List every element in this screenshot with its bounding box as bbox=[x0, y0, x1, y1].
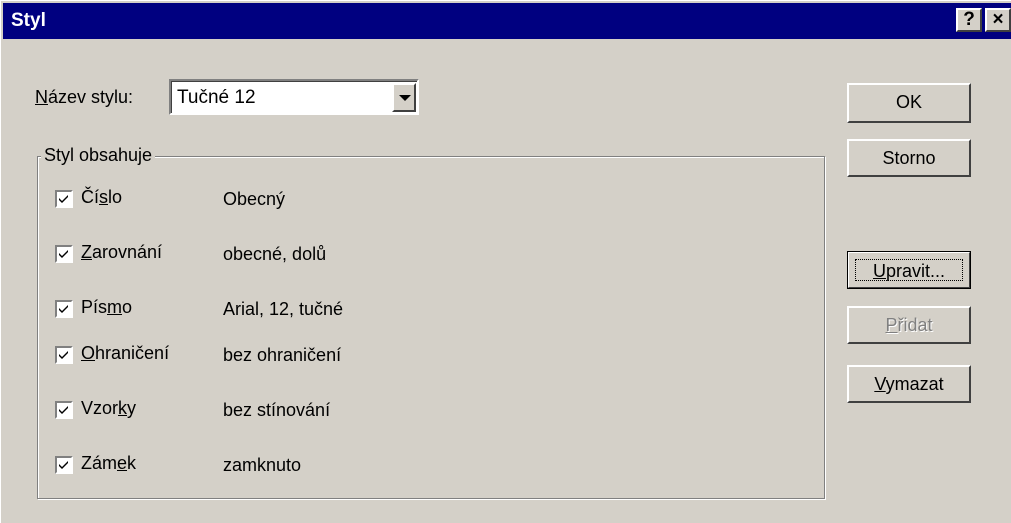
checkbox-label-zamek[interactable]: Zámek bbox=[81, 453, 136, 474]
help-button[interactable]: ? bbox=[956, 8, 982, 32]
value-pismo: Arial, 12, tučné bbox=[223, 299, 344, 319]
value-vzorky: bez stínování bbox=[223, 400, 331, 420]
checkbox-label-vzorky[interactable]: Vzorky bbox=[81, 398, 136, 419]
checkbox-label-zarovnani[interactable]: Zarovnání bbox=[81, 242, 162, 263]
checkbox-ohraniceni[interactable] bbox=[55, 346, 73, 364]
title-bar: Styl ? × bbox=[3, 3, 1011, 39]
add-button: Přidat bbox=[847, 306, 971, 344]
checkbox-label-cislo[interactable]: Číslo bbox=[81, 187, 122, 208]
value-ohraniceni: bez ohraničení bbox=[223, 345, 342, 365]
checkmark-icon bbox=[59, 406, 68, 414]
style-name-combobox[interactable]: Tučné 12 bbox=[169, 79, 419, 115]
checkmark-icon bbox=[59, 351, 68, 359]
value-zarovnani: obecné, dolů bbox=[223, 244, 327, 264]
style-dialog: Styl ? × Název stylu: Tučné 12 Styl obsa… bbox=[0, 0, 1011, 523]
value-cislo: Obecný bbox=[223, 189, 286, 209]
checkmark-icon bbox=[59, 305, 68, 313]
checkmark-icon bbox=[59, 461, 68, 469]
modify-button[interactable]: Upravit... bbox=[847, 251, 971, 289]
close-icon: × bbox=[992, 9, 1004, 30]
checkmark-icon bbox=[59, 195, 68, 203]
value-zamek: zamknuto bbox=[223, 455, 302, 475]
ok-button[interactable]: OK bbox=[847, 83, 971, 123]
checkbox-label-pismo[interactable]: Písmo bbox=[81, 297, 132, 318]
style-contains-group bbox=[37, 156, 825, 499]
group-title: Styl obsahuje bbox=[41, 145, 156, 166]
checkbox-zamek[interactable] bbox=[55, 456, 73, 474]
question-mark-icon: ? bbox=[963, 9, 975, 30]
checkbox-cislo[interactable] bbox=[55, 190, 73, 208]
close-button[interactable]: × bbox=[985, 8, 1011, 32]
dropdown-arrow-icon[interactable] bbox=[392, 83, 416, 112]
delete-button[interactable]: Vymazat bbox=[847, 365, 971, 403]
style-name-label: Název stylu: bbox=[35, 87, 134, 107]
window-title: Styl bbox=[11, 10, 46, 31]
checkbox-label-ohraniceni[interactable]: Ohraničení bbox=[81, 343, 169, 364]
checkbox-zarovnani[interactable] bbox=[55, 245, 73, 263]
style-name-value: Tučné 12 bbox=[177, 87, 256, 108]
checkbox-vzorky[interactable] bbox=[55, 401, 73, 419]
checkmark-icon bbox=[59, 250, 68, 258]
cancel-button[interactable]: Storno bbox=[847, 139, 971, 177]
checkbox-pismo[interactable] bbox=[55, 300, 73, 318]
